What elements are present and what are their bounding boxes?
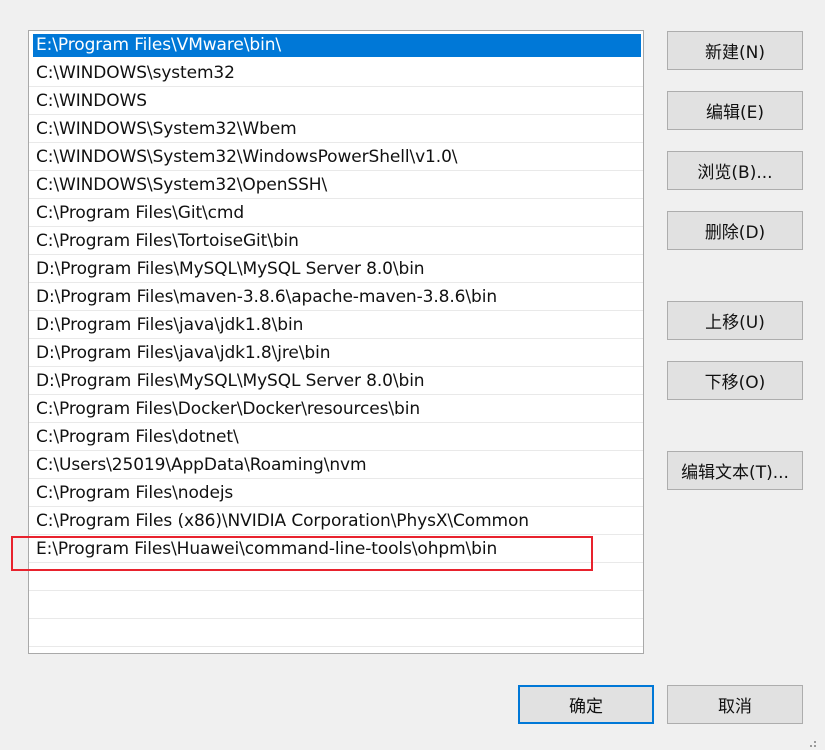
cancel-button[interactable]: 取消 bbox=[667, 685, 803, 724]
browse-button[interactable]: 浏览(B)... bbox=[667, 151, 803, 190]
path-list-item[interactable]: D:\Program Files\java\jdk1.8\jre\bin bbox=[29, 339, 643, 367]
ok-button[interactable]: 确定 bbox=[518, 685, 654, 724]
path-list-item-text: D:\Program Files\MySQL\MySQL Server 8.0\… bbox=[36, 259, 425, 279]
path-list-empty-row[interactable] bbox=[29, 591, 643, 619]
path-list-item[interactable]: C:\WINDOWS bbox=[29, 87, 643, 115]
delete-button[interactable]: 删除(D) bbox=[667, 211, 803, 250]
path-list-item-text: C:\Program Files\TortoiseGit\bin bbox=[36, 231, 299, 251]
path-list-item-text: C:\Program Files\dotnet\ bbox=[36, 427, 239, 447]
path-list-item[interactable]: C:\WINDOWS\System32\OpenSSH\ bbox=[29, 171, 643, 199]
path-list-item[interactable]: C:\WINDOWS\system32 bbox=[29, 59, 643, 87]
path-list-item[interactable]: D:\Program Files\java\jdk1.8\bin bbox=[29, 311, 643, 339]
path-list-item[interactable]: C:\WINDOWS\System32\Wbem bbox=[29, 115, 643, 143]
path-list-item[interactable]: C:\Program Files\nodejs bbox=[29, 479, 643, 507]
path-list-item[interactable]: C:\Users\25019\AppData\Roaming\nvm bbox=[29, 451, 643, 479]
path-list-item-text: C:\Program Files\Git\cmd bbox=[36, 203, 245, 223]
edit-text-button[interactable]: 编辑文本(T)... bbox=[667, 451, 803, 490]
path-list-item-text: D:\Program Files\java\jdk1.8\bin bbox=[36, 315, 304, 335]
path-list-item-text: C:\WINDOWS\system32 bbox=[36, 63, 235, 83]
path-list-empty-row[interactable] bbox=[29, 563, 643, 591]
path-list-item-text: C:\WINDOWS\System32\OpenSSH\ bbox=[36, 175, 328, 195]
path-list-item[interactable]: C:\WINDOWS\System32\WindowsPowerShell\v1… bbox=[29, 143, 643, 171]
path-list-item-text: D:\Program Files\java\jdk1.8\jre\bin bbox=[36, 343, 331, 363]
path-list-item-text: C:\WINDOWS\System32\Wbem bbox=[36, 119, 297, 139]
new-button[interactable]: 新建(N) bbox=[667, 31, 803, 70]
path-list-item-text: E:\Program Files\VMware\bin\ bbox=[33, 34, 641, 57]
path-list-item[interactable]: C:\Program Files\Git\cmd bbox=[29, 199, 643, 227]
path-list-item-text: C:\Users\25019\AppData\Roaming\nvm bbox=[36, 455, 367, 475]
path-list-item-text: C:\Program Files\Docker\Docker\resources… bbox=[36, 399, 420, 419]
path-list-item-text: D:\Program Files\maven-3.8.6\apache-mave… bbox=[36, 287, 498, 307]
path-list-item-text: C:\Program Files (x86)\NVIDIA Corporatio… bbox=[36, 511, 529, 531]
resize-grip-icon[interactable] bbox=[807, 738, 817, 748]
path-list-item-new[interactable]: E:\Program Files\Huawei\command-line-too… bbox=[29, 535, 643, 563]
path-list-empty-row[interactable] bbox=[29, 619, 643, 647]
path-list-item[interactable]: C:\Program Files\Docker\Docker\resources… bbox=[29, 395, 643, 423]
path-list-item[interactable]: E:\Program Files\VMware\bin\ bbox=[29, 31, 643, 59]
path-list-item[interactable]: D:\Program Files\MySQL\MySQL Server 8.0\… bbox=[29, 367, 643, 395]
path-list-item[interactable]: C:\Program Files (x86)\NVIDIA Corporatio… bbox=[29, 507, 643, 535]
move-down-button[interactable]: 下移(O) bbox=[667, 361, 803, 400]
path-list[interactable]: E:\Program Files\VMware\bin\ C:\WINDOWS\… bbox=[28, 30, 644, 654]
path-list-item-text: C:\WINDOWS\System32\WindowsPowerShell\v1… bbox=[36, 147, 458, 167]
path-list-item-text: D:\Program Files\MySQL\MySQL Server 8.0\… bbox=[36, 371, 425, 391]
path-list-item[interactable]: C:\Program Files\dotnet\ bbox=[29, 423, 643, 451]
path-list-item-text: C:\Program Files\nodejs bbox=[36, 483, 234, 503]
path-list-item[interactable]: D:\Program Files\MySQL\MySQL Server 8.0\… bbox=[29, 255, 643, 283]
path-list-item-text: E:\Program Files\Huawei\command-line-too… bbox=[36, 539, 498, 559]
edit-button[interactable]: 编辑(E) bbox=[667, 91, 803, 130]
path-list-item-text: C:\WINDOWS bbox=[36, 91, 147, 111]
path-list-item[interactable]: D:\Program Files\maven-3.8.6\apache-mave… bbox=[29, 283, 643, 311]
move-up-button[interactable]: 上移(U) bbox=[667, 301, 803, 340]
path-list-item[interactable]: C:\Program Files\TortoiseGit\bin bbox=[29, 227, 643, 255]
